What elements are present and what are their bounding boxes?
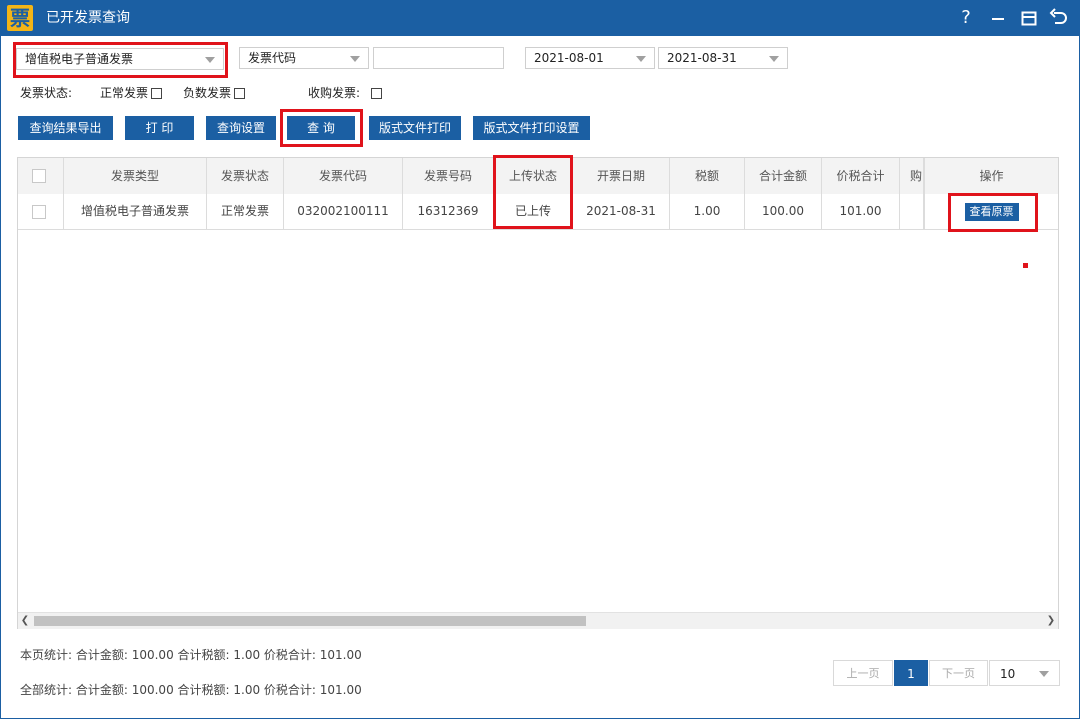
page-1-button[interactable]: 1 [894, 660, 928, 686]
page-size-value: 10 [1000, 667, 1016, 681]
header-invoice-code[interactable]: 发票代码 [284, 158, 403, 194]
cell-invoice-type: 增值税电子普通发票 [64, 194, 207, 229]
purchase-invoice-label: 收购发票: [308, 86, 361, 100]
cell-tax-amount: 1.00 [670, 194, 745, 229]
query-settings-button[interactable]: 查询设置 [206, 116, 276, 140]
header-invoice-number[interactable]: 发票号码 [403, 158, 494, 194]
purchase-invoice-checkbox[interactable] [371, 88, 382, 99]
date-to-value: 2021-08-31 [667, 51, 737, 65]
app-logo-icon: 票 [7, 5, 33, 31]
header-invoice-status[interactable]: 发票状态 [207, 158, 284, 194]
normal-invoice-checkbox[interactable] [151, 88, 162, 99]
header-buyer[interactable]: 购 [900, 158, 924, 194]
table-header: 发票类型 发票状态 发票代码 发票号码 上传状态 开票日期 税额 合计金额 价税… [18, 158, 1058, 195]
page-summary: 本页统计: 合计金额: 100.00 合计税额: 1.00 价税合计: 101.… [20, 648, 362, 662]
layout-print-settings-button[interactable]: 版式文件打印设置 [473, 116, 590, 140]
cell-invoice-code: 032002100111 [284, 194, 403, 229]
chevron-down-icon [1039, 671, 1049, 677]
cell-upload-status: 已上传 [494, 194, 573, 229]
red-marker [1023, 263, 1028, 268]
header-actions: 操作 [924, 158, 1058, 194]
all-summary: 全部统计: 合计金额: 100.00 合计税额: 1.00 价税合计: 101.… [20, 683, 362, 697]
header-price-tax-total[interactable]: 价税合计 [822, 158, 900, 194]
header-total-amount[interactable]: 合计金额 [745, 158, 822, 194]
chevron-down-icon [350, 56, 360, 62]
next-page-button[interactable]: 下一页 [929, 660, 988, 686]
query-field-value: 发票代码 [248, 51, 297, 65]
select-all-checkbox[interactable] [32, 169, 46, 183]
header-select-cell [18, 158, 64, 194]
export-results-button[interactable]: 查询结果导出 [18, 116, 113, 140]
cell-issue-date: 2021-08-31 [573, 194, 670, 229]
date-from-select[interactable]: 2021-08-01 [525, 47, 655, 69]
negative-invoice-label: 负数发票 [183, 86, 232, 100]
print-button[interactable]: 打 印 [125, 116, 194, 140]
cell-total-amount: 100.00 [745, 194, 822, 229]
invoice-status-label: 发票状态: [20, 86, 73, 100]
query-field-input[interactable] [373, 47, 504, 69]
back-icon[interactable] [1046, 6, 1070, 30]
title-bar: 票 已开发票查询 ? [0, 0, 1080, 36]
header-invoice-type[interactable]: 发票类型 [64, 158, 207, 194]
date-to-select[interactable]: 2021-08-31 [658, 47, 788, 69]
view-original-invoice-button[interactable]: 查看原票 [964, 202, 1019, 221]
chevron-down-icon [636, 56, 646, 62]
cell-buyer [900, 194, 924, 229]
horizontal-scrollbar[interactable]: ❮ ❯ [18, 612, 1058, 629]
help-icon[interactable]: ? [954, 6, 978, 30]
scrollbar-thumb[interactable] [34, 616, 586, 626]
normal-invoice-label: 正常发票 [100, 86, 149, 100]
query-button[interactable]: 查 询 [287, 116, 355, 140]
cell-actions: 查看原票 [924, 194, 1058, 229]
chevron-down-icon [205, 57, 215, 63]
prev-page-button[interactable]: 上一页 [833, 660, 893, 686]
chevron-down-icon [769, 56, 779, 62]
invoice-type-value: 增值税电子普通发票 [25, 52, 134, 66]
scroll-right-icon[interactable]: ❯ [1044, 614, 1058, 628]
table-row[interactable]: 增值税电子普通发票 正常发票 032002100111 16312369 已上传… [18, 194, 1058, 230]
invoice-type-select[interactable]: 增值税电子普通发票 [16, 48, 224, 70]
row-select-cell [18, 194, 64, 229]
header-tax-amount[interactable]: 税额 [670, 158, 745, 194]
header-issue-date[interactable]: 开票日期 [573, 158, 670, 194]
restore-icon[interactable] [1017, 6, 1041, 30]
minimize-icon[interactable] [986, 6, 1010, 30]
scroll-left-icon[interactable]: ❮ [18, 614, 32, 628]
date-from-value: 2021-08-01 [534, 51, 604, 65]
header-upload-status[interactable]: 上传状态 [494, 158, 573, 194]
cell-price-tax-total: 101.00 [822, 194, 900, 229]
query-field-select[interactable]: 发票代码 [239, 47, 369, 69]
layout-file-print-button[interactable]: 版式文件打印 [369, 116, 461, 140]
window-title: 已开发票查询 [46, 10, 130, 26]
row-checkbox[interactable] [32, 205, 46, 219]
cell-invoice-number: 16312369 [403, 194, 494, 229]
negative-invoice-checkbox[interactable] [234, 88, 245, 99]
cell-invoice-status: 正常发票 [207, 194, 284, 229]
invoice-table: 发票类型 发票状态 发票代码 发票号码 上传状态 开票日期 税额 合计金额 价税… [17, 157, 1059, 629]
page-size-select[interactable]: 10 [989, 660, 1060, 686]
